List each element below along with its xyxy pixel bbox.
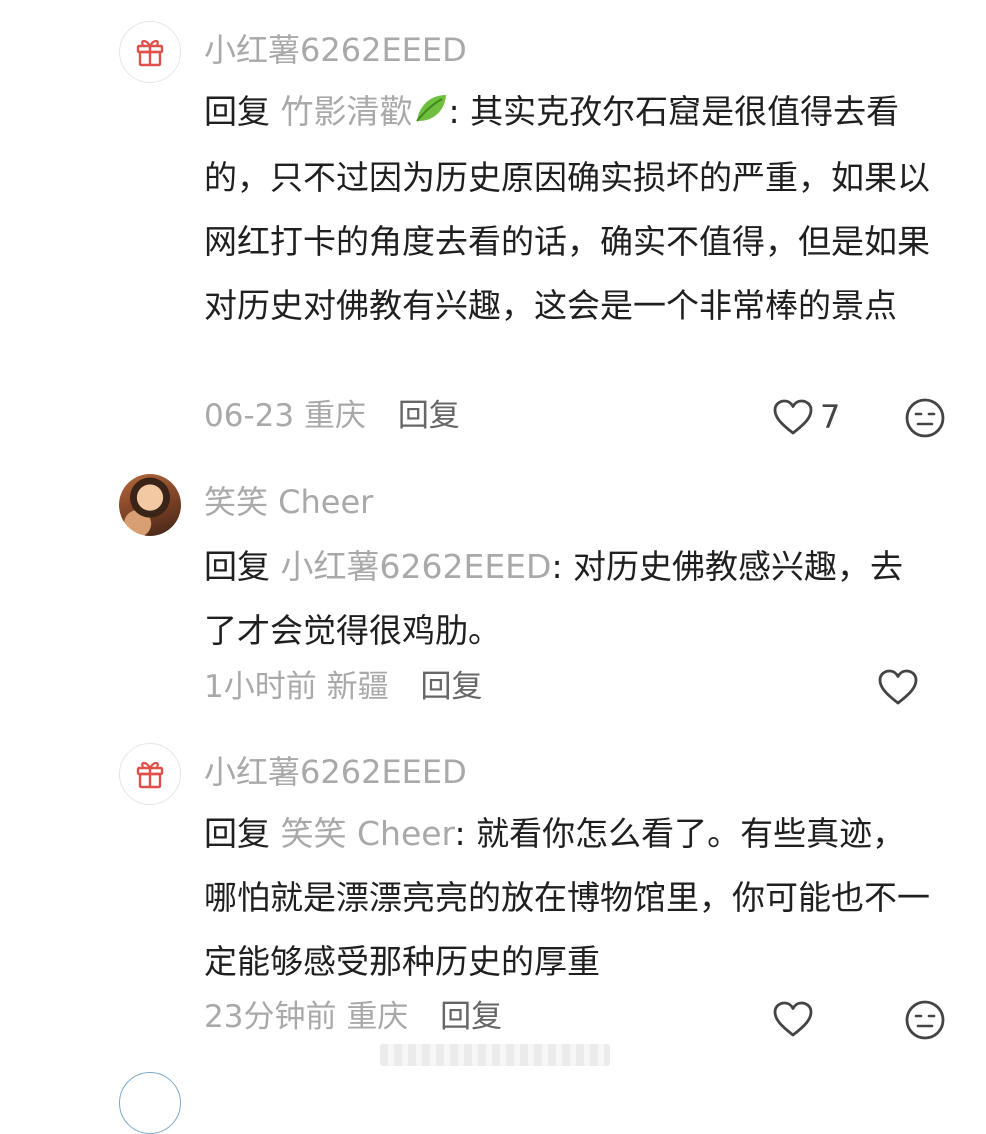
comment-location: 重庆 — [303, 398, 366, 434]
heart-icon — [773, 1001, 813, 1037]
comment-time: 23分钟前 — [204, 999, 337, 1035]
gift-icon — [136, 39, 164, 67]
like-button[interactable] — [772, 1000, 814, 1038]
reply-prefix: 回复 — [204, 92, 281, 131]
emoji-reaction-button[interactable] — [904, 397, 946, 443]
avatar[interactable] — [119, 743, 181, 805]
avatar[interactable] — [119, 21, 181, 83]
comment-time: 1小时前 — [204, 669, 317, 705]
comment-text: 回复 笑笑 Cheer: 就看你怎么看了。有些真迹，哪怕就是漂漂亮亮的放在博物馆… — [204, 802, 934, 994]
leaf-icon — [413, 82, 449, 146]
comment-meta: 1小时前 新疆 回复 — [204, 667, 482, 707]
comment-time: 06-23 — [204, 398, 295, 434]
comment-location: 新疆 — [326, 669, 389, 705]
comment-location: 重庆 — [346, 999, 409, 1035]
comment-username[interactable]: 小红薯6262EEED — [204, 30, 467, 70]
heart-icon — [773, 399, 813, 435]
like-button[interactable] — [877, 668, 919, 706]
comment-text: 回复 小红薯6262EEED: 对历史佛教感兴趣，去了才会觉得很鸡肋。 — [204, 535, 904, 663]
neutral-face-icon — [905, 1000, 945, 1040]
reply-button[interactable]: 回复 — [420, 669, 482, 705]
comment-username[interactable]: 笑笑 Cheer — [204, 482, 373, 522]
reply-target-username[interactable]: 笑笑 Cheer — [281, 814, 455, 853]
like-button[interactable]: 7 — [772, 398, 840, 436]
heart-icon — [878, 669, 918, 705]
comment-username[interactable]: 小红薯6262EEED — [204, 752, 467, 792]
avatar[interactable] — [119, 474, 181, 536]
reply-button[interactable]: 回复 — [440, 999, 502, 1035]
reply-prefix: 回复 — [204, 814, 281, 853]
reply-target-username[interactable]: 竹影清歡 — [281, 92, 413, 131]
like-count: 7 — [820, 398, 841, 436]
comment-meta: 06-23 重庆 回复 — [204, 396, 460, 436]
reply-target-username[interactable]: 小红薯6262EEED — [281, 547, 552, 586]
reply-prefix: 回复 — [204, 547, 281, 586]
comment-meta: 23分钟前 重庆 回复 — [204, 997, 502, 1037]
reply-button[interactable]: 回复 — [398, 398, 460, 434]
watermark — [380, 1044, 610, 1066]
gift-icon — [136, 761, 164, 789]
next-comment-avatar[interactable] — [119, 1072, 181, 1134]
comment-text: 回复 竹影清歡: 其实克孜尔石窟是很值得去看的，只不过因为历史原因确实损坏的严重… — [204, 80, 949, 338]
emoji-reaction-button[interactable] — [904, 999, 946, 1045]
neutral-face-icon — [905, 398, 945, 438]
